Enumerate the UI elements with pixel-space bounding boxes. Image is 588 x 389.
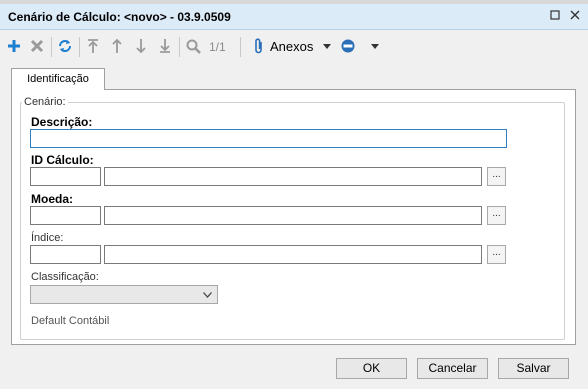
toolbar-separator [179, 37, 180, 57]
pager-text: 1/1 [209, 40, 226, 54]
classificacao-label: Classificação: [31, 271, 99, 283]
delete-icon [30, 39, 44, 53]
classificacao-select[interactable] [30, 285, 218, 304]
ok-button[interactable]: OK [336, 358, 407, 379]
maximize-button[interactable] [548, 9, 562, 23]
toolbar: 1/1 Anexos [0, 31, 588, 61]
first-record-button[interactable] [84, 37, 102, 55]
arrow-down-icon [136, 39, 146, 54]
toolbar-separator [79, 37, 80, 57]
moeda-lookup-button[interactable]: ... [487, 206, 506, 225]
last-record-button[interactable] [156, 37, 174, 55]
next-record-button[interactable] [132, 37, 150, 55]
save-button[interactable]: Salvar [498, 358, 569, 379]
actions-icon [341, 39, 355, 53]
default-contabil-label: Default Contábil [31, 315, 110, 327]
moeda-label: Moeda: [31, 192, 73, 206]
cancel-button[interactable]: Cancelar [417, 358, 488, 379]
window-title: Cenário de Cálculo: <novo> - 03.9.0509 [8, 10, 231, 24]
toolbar-separator [240, 37, 241, 57]
close-button[interactable] [568, 9, 582, 23]
chevron-down-icon [203, 292, 212, 298]
id-calculo-lookup-button[interactable]: ... [487, 167, 506, 186]
more-actions-dropdown[interactable] [366, 37, 384, 55]
more-actions-button[interactable] [339, 37, 357, 55]
chevron-down-icon [371, 43, 379, 49]
arrow-up-icon [112, 38, 122, 53]
toolbar-separator [51, 37, 52, 57]
descricao-input[interactable] [30, 129, 507, 148]
indice-label: Índice: [31, 232, 64, 244]
anexos-dropdown[interactable] [318, 37, 336, 55]
refresh-icon [59, 40, 71, 52]
search-button[interactable] [184, 37, 202, 55]
id-calculo-code-input[interactable] [30, 167, 101, 186]
moeda-desc-input[interactable] [104, 206, 482, 225]
tab-identificacao[interactable]: Identificação [11, 68, 105, 90]
title-bar: Cenário de Cálculo: <novo> - 03.9.0509 [0, 4, 588, 30]
indice-code-input[interactable] [30, 245, 101, 264]
group-label: Cenário: [22, 96, 68, 108]
chevron-down-icon [323, 43, 331, 49]
arrow-last-icon [160, 39, 170, 53]
moeda-code-input[interactable] [30, 206, 101, 225]
descricao-label: Descrição: [31, 115, 93, 129]
paperclip-icon [255, 38, 262, 54]
previous-record-button[interactable] [108, 37, 126, 55]
refresh-button[interactable] [56, 37, 74, 55]
id-calculo-desc-input[interactable] [104, 167, 482, 186]
indice-lookup-button[interactable]: ... [487, 245, 506, 264]
search-icon [186, 39, 201, 54]
close-icon [570, 10, 580, 20]
plus-icon [8, 40, 20, 52]
delete-button[interactable] [28, 37, 46, 55]
attachment-icon-wrap[interactable] [250, 37, 268, 55]
arrow-first-icon [88, 39, 98, 53]
add-button[interactable] [5, 37, 23, 55]
id-calculo-label: ID Cálculo: [31, 153, 94, 167]
maximize-icon [550, 10, 560, 20]
indice-desc-input[interactable] [104, 245, 482, 264]
anexos-button[interactable]: Anexos [270, 39, 313, 54]
